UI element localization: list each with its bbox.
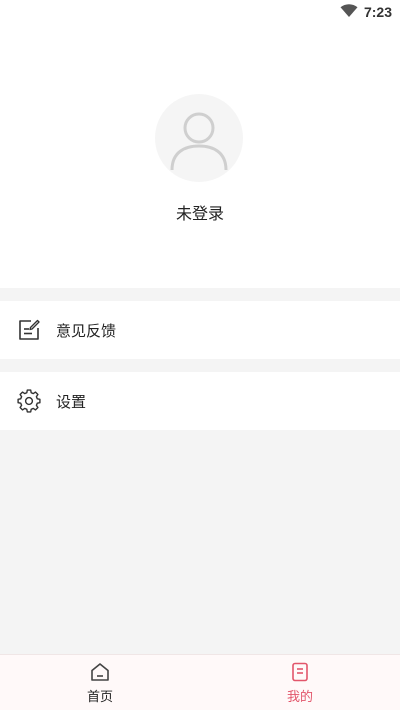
login-status-text[interactable]: 未登录 — [0, 200, 400, 224]
my-page-screen: 7:23 未登录 意见反馈 设置 首页 我的 — [0, 0, 400, 710]
home-icon — [89, 661, 111, 683]
bottom-nav: 首页 我的 — [0, 654, 400, 710]
feedback-edit-icon — [17, 318, 41, 342]
nav-label-home: 首页 — [86, 690, 113, 705]
profile-header: 未登录 — [0, 24, 400, 288]
settings-label: 设置 — [56, 392, 87, 411]
status-time: 7:23 — [363, 4, 392, 20]
nav-label-mine: 我的 — [286, 690, 313, 705]
default-avatar-icon[interactable] — [155, 94, 243, 182]
nav-item-mine[interactable]: 我的 — [200, 655, 400, 710]
settings-menu-item[interactable]: 设置 — [0, 372, 400, 430]
status-indicators: 7:23 — [340, 2, 392, 22]
feedback-label: 意见反馈 — [56, 321, 117, 340]
nav-item-home[interactable]: 首页 — [0, 655, 200, 710]
wifi-icon — [340, 3, 358, 22]
gear-icon — [17, 389, 41, 413]
status-bar: 7:23 — [0, 0, 400, 24]
feedback-menu-item[interactable]: 意见反馈 — [0, 301, 400, 359]
document-icon — [289, 661, 311, 683]
